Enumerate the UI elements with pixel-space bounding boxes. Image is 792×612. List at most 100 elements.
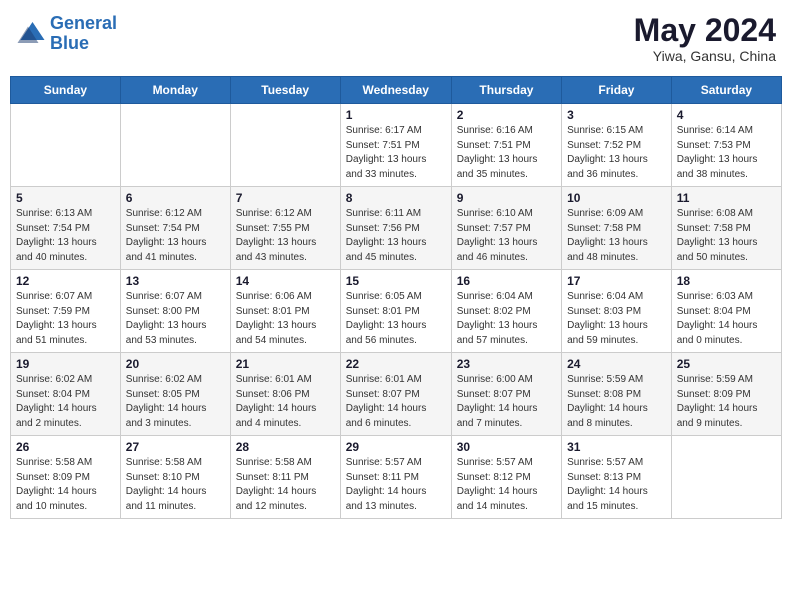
weekday-header-thursday: Thursday: [451, 77, 561, 104]
calendar-week-row: 1Sunrise: 6:17 AMSunset: 7:51 PMDaylight…: [11, 104, 782, 187]
calendar-empty-cell: [120, 104, 230, 187]
day-info: Sunrise: 6:06 AMSunset: 8:01 PMDaylight:…: [236, 290, 335, 348]
day-info: Sunrise: 6:11 AMSunset: 7:56 PMDaylight:…: [346, 207, 446, 265]
calendar-day-27: 27Sunrise: 5:58 AMSunset: 8:10 PMDayligh…: [120, 436, 230, 519]
calendar-day-29: 29 Sunrise: 5:57 AMSunset: 8:11 PMDayligh…: [340, 436, 451, 519]
day-number: 23: [457, 357, 556, 371]
calendar-day-9: 9 Sunrise: 6:10 AMSunset: 7:57 PMDaylight…: [451, 187, 561, 270]
weekday-header-wednesday: Wednesday: [340, 77, 451, 104]
day-info: Sunrise: 6:07 AMSunset: 8:00 PMDaylight:…: [126, 290, 225, 348]
weekday-header-tuesday: Tuesday: [230, 77, 340, 104]
day-number: 11: [677, 191, 776, 205]
day-info: Sunrise: 6:16 AMSunset: 7:51 PMDaylight:…: [457, 124, 556, 182]
day-info: Sunrise: 6:04 AMSunset: 8:02 PMDaylight:…: [457, 290, 556, 348]
day-info: Sunrise: 5:58 AMSunset: 8:09 PMDaylight:…: [16, 456, 115, 514]
day-number: 6: [126, 191, 225, 205]
calendar-day-22: 22 Sunrise: 6:01 AMSunset: 8:07 PMDayligh…: [340, 353, 451, 436]
day-number: 7: [236, 191, 335, 205]
day-number: 18: [677, 274, 776, 288]
day-info: Sunrise: 6:01 AMSunset: 8:06 PMDaylight:…: [236, 373, 335, 431]
day-number: 10: [567, 191, 666, 205]
calendar-week-row: 19 Sunrise: 6:02 AMSunset: 8:04 PMDayligh…: [11, 353, 782, 436]
calendar-day-31: 31 Sunrise: 5:57 AMSunset: 8:13 PMDayligh…: [562, 436, 672, 519]
calendar-day-24: 24 Sunrise: 5:59 AMSunset: 8:08 PMDayligh…: [562, 353, 672, 436]
weekday-header-saturday: Saturday: [671, 77, 781, 104]
calendar-empty-cell: [11, 104, 121, 187]
day-number: 9: [457, 191, 556, 205]
calendar-empty-cell: [671, 436, 781, 519]
calendar-day-17: 17 Sunrise: 6:04 AMSunset: 8:03 PMDayligh…: [562, 270, 672, 353]
day-number: 15: [346, 274, 446, 288]
day-number: 2: [457, 108, 556, 122]
day-number: 4: [677, 108, 776, 122]
day-info: Sunrise: 6:04 AMSunset: 8:03 PMDaylight:…: [567, 290, 666, 348]
day-number: 19: [16, 357, 115, 371]
location: Yiwa, Gansu, China: [634, 48, 776, 64]
day-info: Sunrise: 5:57 AMSunset: 8:11 PMDaylight:…: [346, 456, 446, 514]
day-info: Sunrise: 6:17 AMSunset: 7:51 PMDaylight:…: [346, 124, 446, 182]
day-number: 22: [346, 357, 446, 371]
logo-text: General Blue: [50, 14, 117, 54]
day-number: 14: [236, 274, 335, 288]
day-number: 17: [567, 274, 666, 288]
calendar-day-16: 16 Sunrise: 6:04 AMSunset: 8:02 PMDayligh…: [451, 270, 561, 353]
day-info: Sunrise: 6:12 AMSunset: 7:54 PMDaylight:…: [126, 207, 225, 265]
calendar-week-row: 26 Sunrise: 5:58 AMSunset: 8:09 PMDayligh…: [11, 436, 782, 519]
day-info: Sunrise: 6:09 AMSunset: 7:58 PMDaylight:…: [567, 207, 666, 265]
calendar-day-23: 23Sunrise: 6:00 AMSunset: 8:07 PMDayligh…: [451, 353, 561, 436]
day-info: Sunrise: 6:07 AMSunset: 7:59 PMDaylight:…: [16, 290, 115, 348]
calendar-day-11: 11Sunrise: 6:08 AMSunset: 7:58 PMDayligh…: [671, 187, 781, 270]
day-info: Sunrise: 5:59 AMSunset: 8:09 PMDaylight:…: [677, 373, 776, 431]
calendar-day-28: 28 Sunrise: 5:58 AMSunset: 8:11 PMDayligh…: [230, 436, 340, 519]
day-info: Sunrise: 6:01 AMSunset: 8:07 PMDaylight:…: [346, 373, 446, 431]
calendar-day-10: 10 Sunrise: 6:09 AMSunset: 7:58 PMDayligh…: [562, 187, 672, 270]
day-number: 26: [16, 440, 115, 454]
day-number: 31: [567, 440, 666, 454]
calendar-day-6: 6 Sunrise: 6:12 AMSunset: 7:54 PMDaylight…: [120, 187, 230, 270]
calendar-day-20: 20Sunrise: 6:02 AMSunset: 8:05 PMDayligh…: [120, 353, 230, 436]
calendar-table: SundayMondayTuesdayWednesdayThursdayFrid…: [10, 76, 782, 519]
calendar-day-21: 21 Sunrise: 6:01 AMSunset: 8:06 PMDayligh…: [230, 353, 340, 436]
calendar-day-18: 18 Sunrise: 6:03 AMSunset: 8:04 PMDayligh…: [671, 270, 781, 353]
day-info: Sunrise: 6:13 AMSunset: 7:54 PMDaylight:…: [16, 207, 115, 265]
weekday-header-monday: Monday: [120, 77, 230, 104]
day-number: 13: [126, 274, 225, 288]
day-info: Sunrise: 6:03 AMSunset: 8:04 PMDaylight:…: [677, 290, 776, 348]
day-number: 24: [567, 357, 666, 371]
weekday-header-friday: Friday: [562, 77, 672, 104]
day-info: Sunrise: 5:59 AMSunset: 8:08 PMDaylight:…: [567, 373, 666, 431]
weekday-header-row: SundayMondayTuesdayWednesdayThursdayFrid…: [11, 77, 782, 104]
day-info: Sunrise: 6:10 AMSunset: 7:57 PMDaylight:…: [457, 207, 556, 265]
calendar-day-3: 3 Sunrise: 6:15 AMSunset: 7:52 PMDaylight…: [562, 104, 672, 187]
day-info: Sunrise: 6:02 AMSunset: 8:04 PMDaylight:…: [16, 373, 115, 431]
logo: General Blue: [16, 14, 117, 54]
day-number: 8: [346, 191, 446, 205]
day-info: Sunrise: 6:05 AMSunset: 8:01 PMDaylight:…: [346, 290, 446, 348]
day-number: 28: [236, 440, 335, 454]
day-info: Sunrise: 5:57 AMSunset: 8:13 PMDaylight:…: [567, 456, 666, 514]
calendar-day-26: 26 Sunrise: 5:58 AMSunset: 8:09 PMDayligh…: [11, 436, 121, 519]
day-number: 25: [677, 357, 776, 371]
day-info: Sunrise: 5:58 AMSunset: 8:11 PMDaylight:…: [236, 456, 335, 514]
logo-icon: [16, 19, 46, 49]
calendar-empty-cell: [230, 104, 340, 187]
month-year: May 2024: [634, 14, 776, 46]
calendar-day-25: 25 Sunrise: 5:59 AMSunset: 8:09 PMDayligh…: [671, 353, 781, 436]
day-number: 16: [457, 274, 556, 288]
day-number: 29: [346, 440, 446, 454]
day-info: Sunrise: 6:15 AMSunset: 7:52 PMDaylight:…: [567, 124, 666, 182]
calendar-day-1: 1Sunrise: 6:17 AMSunset: 7:51 PMDaylight…: [340, 104, 451, 187]
day-number: 12: [16, 274, 115, 288]
day-info: Sunrise: 6:12 AMSunset: 7:55 PMDaylight:…: [236, 207, 335, 265]
day-info: Sunrise: 6:02 AMSunset: 8:05 PMDaylight:…: [126, 373, 225, 431]
day-number: 5: [16, 191, 115, 205]
calendar-day-12: 12 Sunrise: 6:07 AMSunset: 7:59 PMDayligh…: [11, 270, 121, 353]
day-number: 30: [457, 440, 556, 454]
calendar-day-13: 13 Sunrise: 6:07 AMSunset: 8:00 PMDayligh…: [120, 270, 230, 353]
calendar-day-15: 15 Sunrise: 6:05 AMSunset: 8:01 PMDayligh…: [340, 270, 451, 353]
day-number: 21: [236, 357, 335, 371]
calendar-day-2: 2 Sunrise: 6:16 AMSunset: 7:51 PMDaylight…: [451, 104, 561, 187]
day-number: 3: [567, 108, 666, 122]
day-number: 27: [126, 440, 225, 454]
calendar-day-8: 8 Sunrise: 6:11 AMSunset: 7:56 PMDaylight…: [340, 187, 451, 270]
